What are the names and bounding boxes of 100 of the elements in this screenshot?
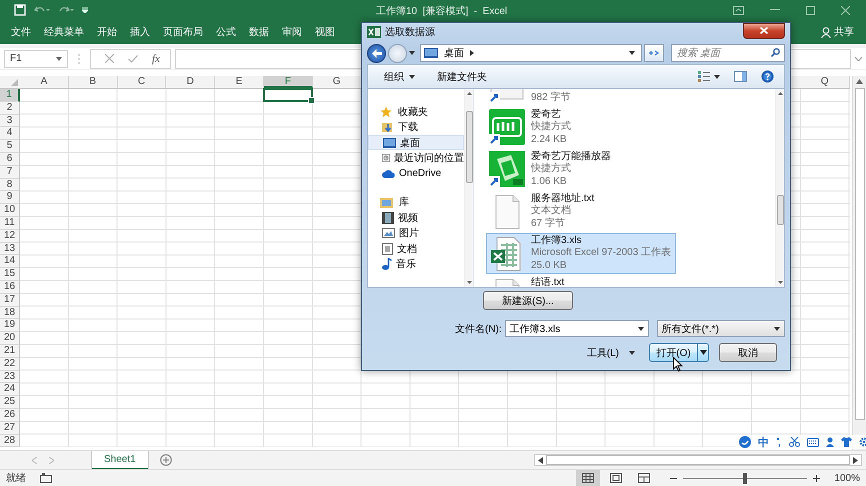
scroll-down-icon[interactable] xyxy=(778,280,782,284)
row-header[interactable]: 3 xyxy=(0,114,20,128)
scrollbar-thumb[interactable] xyxy=(466,110,472,183)
keyboard-icon[interactable] xyxy=(807,438,819,446)
name-box[interactable]: F1 xyxy=(4,50,68,68)
customize-icon[interactable] xyxy=(82,7,88,13)
row-header[interactable]: 6 xyxy=(0,152,20,166)
punctuation-icon[interactable] xyxy=(776,437,782,447)
row-header[interactable]: 12 xyxy=(0,230,20,243)
selected-cell[interactable] xyxy=(263,88,313,102)
ribbon-tab[interactable]: 视图 xyxy=(315,25,335,39)
nav-item[interactable]: 下载 xyxy=(368,119,464,135)
view-options-icon[interactable] xyxy=(698,71,710,82)
open-options-button[interactable] xyxy=(698,343,709,362)
macro-record-icon[interactable] xyxy=(40,473,52,483)
row-header[interactable]: 8 xyxy=(0,178,20,192)
check-icon[interactable] xyxy=(128,54,138,62)
normal-view-button[interactable] xyxy=(576,470,600,486)
nav-item[interactable]: 音乐 xyxy=(368,256,464,272)
row-header[interactable]: 15 xyxy=(0,268,20,281)
row-header[interactable]: 16 xyxy=(0,280,20,294)
file-item[interactable]: 982 字节 xyxy=(486,88,654,106)
scroll-up-icon[interactable] xyxy=(856,79,863,84)
shirt-icon[interactable] xyxy=(841,437,852,447)
column-header[interactable]: F xyxy=(264,76,313,88)
row-header[interactable]: 23 xyxy=(0,370,20,384)
row-header[interactable]: 21 xyxy=(0,344,20,358)
nav-item[interactable]: OneDrive xyxy=(368,166,464,182)
nav-scrollbar[interactable] xyxy=(464,88,473,287)
person-icon[interactable] xyxy=(826,437,834,447)
row-header[interactable]: 9 xyxy=(0,191,20,204)
row-header[interactable]: 2 xyxy=(0,102,20,115)
help-icon[interactable] xyxy=(761,70,774,84)
row-header[interactable]: 11 xyxy=(0,216,20,230)
file-item[interactable]: 爱奇艺 快捷方式 2.24 KB xyxy=(486,106,654,148)
dropdown-icon[interactable] xyxy=(629,51,635,56)
row-header[interactable]: 17 xyxy=(0,294,20,307)
column-header[interactable]: C xyxy=(118,76,166,88)
new-source-button[interactable]: 新建源(S)... xyxy=(483,291,573,310)
filename-field[interactable]: 工作簿3.xls xyxy=(504,320,649,338)
row-header[interactable]: 22 xyxy=(0,358,20,371)
row-header[interactable]: 5 xyxy=(0,140,20,153)
scroll-right-icon[interactable] xyxy=(853,456,858,464)
ribbon-tab[interactable]: 审阅 xyxy=(282,25,302,39)
save-icon[interactable] xyxy=(14,4,26,16)
scroll-left-icon[interactable] xyxy=(538,456,543,464)
horizontal-scrollbar[interactable] xyxy=(534,454,862,466)
row-header[interactable]: 18 xyxy=(0,306,20,320)
row-header[interactable]: 7 xyxy=(0,166,20,179)
toolbar-button[interactable]: 新建文件夹 xyxy=(431,70,493,84)
column-header[interactable]: B xyxy=(68,76,118,88)
nav-item[interactable]: 收藏夹 xyxy=(368,104,464,120)
minimize-icon[interactable] xyxy=(770,9,780,11)
ribbon-tab[interactable]: 公式 xyxy=(216,25,236,39)
refresh-button[interactable] xyxy=(644,44,664,62)
file-item[interactable]: 工作簿3.xls Microsoft Excel 97-2003 工作表 25.0 KB xyxy=(486,232,676,274)
history-caret-icon[interactable] xyxy=(409,51,415,56)
breadcrumb-arrow-icon[interactable] xyxy=(470,50,474,56)
close-button[interactable] xyxy=(743,22,785,39)
zoom-slider-thumb[interactable] xyxy=(743,472,748,484)
row-header[interactable]: 10 xyxy=(0,204,20,217)
file-scrollbar[interactable] xyxy=(775,88,784,287)
nav-item[interactable]: 库 xyxy=(368,194,464,210)
row-header[interactable]: 13 xyxy=(0,242,20,256)
zoom-in-icon[interactable] xyxy=(813,474,820,482)
scroll-up-icon[interactable] xyxy=(466,92,472,95)
breadcrumb[interactable]: 桌面 xyxy=(444,46,464,60)
row-header[interactable]: 27 xyxy=(0,422,20,435)
close-icon[interactable] xyxy=(841,6,850,14)
ribbon-tab[interactable]: 文件 xyxy=(11,25,31,39)
scissors-icon[interactable] xyxy=(789,437,800,447)
view-caret-icon[interactable] xyxy=(714,74,720,79)
file-type-dropdown[interactable]: 所有文件(*.*) xyxy=(656,320,785,338)
file-item[interactable]: 服务器地址.txt 文本文档 67 字节 xyxy=(486,190,654,232)
search-field[interactable]: 搜索 桌面 xyxy=(671,44,785,62)
toolbar-button[interactable]: 组织 xyxy=(378,70,421,84)
sheet-tab[interactable]: Sheet1 xyxy=(92,450,148,470)
dropdown-icon[interactable] xyxy=(638,326,644,331)
back-button[interactable] xyxy=(367,44,386,63)
row-header[interactable]: 28 xyxy=(0,434,20,448)
restore-icon[interactable] xyxy=(806,6,815,14)
input-mode[interactable]: 中 xyxy=(758,434,769,450)
address-bar[interactable]: 桌面 xyxy=(420,44,642,62)
column-header[interactable]: Q xyxy=(800,76,850,88)
insert-function-button[interactable]: fx xyxy=(152,52,160,64)
ribbon-display-icon[interactable] xyxy=(733,6,744,14)
column-header[interactable]: A xyxy=(20,76,69,88)
row-header[interactable]: 26 xyxy=(0,408,20,422)
nav-item[interactable]: 文档 xyxy=(368,240,464,256)
file-item[interactable]: 爱奇艺万能播放器 快捷方式 1.06 KB xyxy=(486,148,654,190)
nav-item[interactable]: 图片 xyxy=(368,225,464,241)
expand-icon[interactable] xyxy=(855,56,862,60)
row-header[interactable]: 24 xyxy=(0,383,20,396)
scroll-up-icon[interactable] xyxy=(778,92,782,95)
vertical-scrollbar[interactable] xyxy=(852,76,866,450)
row-header[interactable]: 20 xyxy=(0,332,20,345)
settings-icon[interactable] xyxy=(859,437,866,447)
share-button[interactable]: 共享 xyxy=(821,25,866,39)
scrollbar-thumb[interactable] xyxy=(776,194,784,225)
nav-item[interactable]: 视频 xyxy=(368,210,464,226)
